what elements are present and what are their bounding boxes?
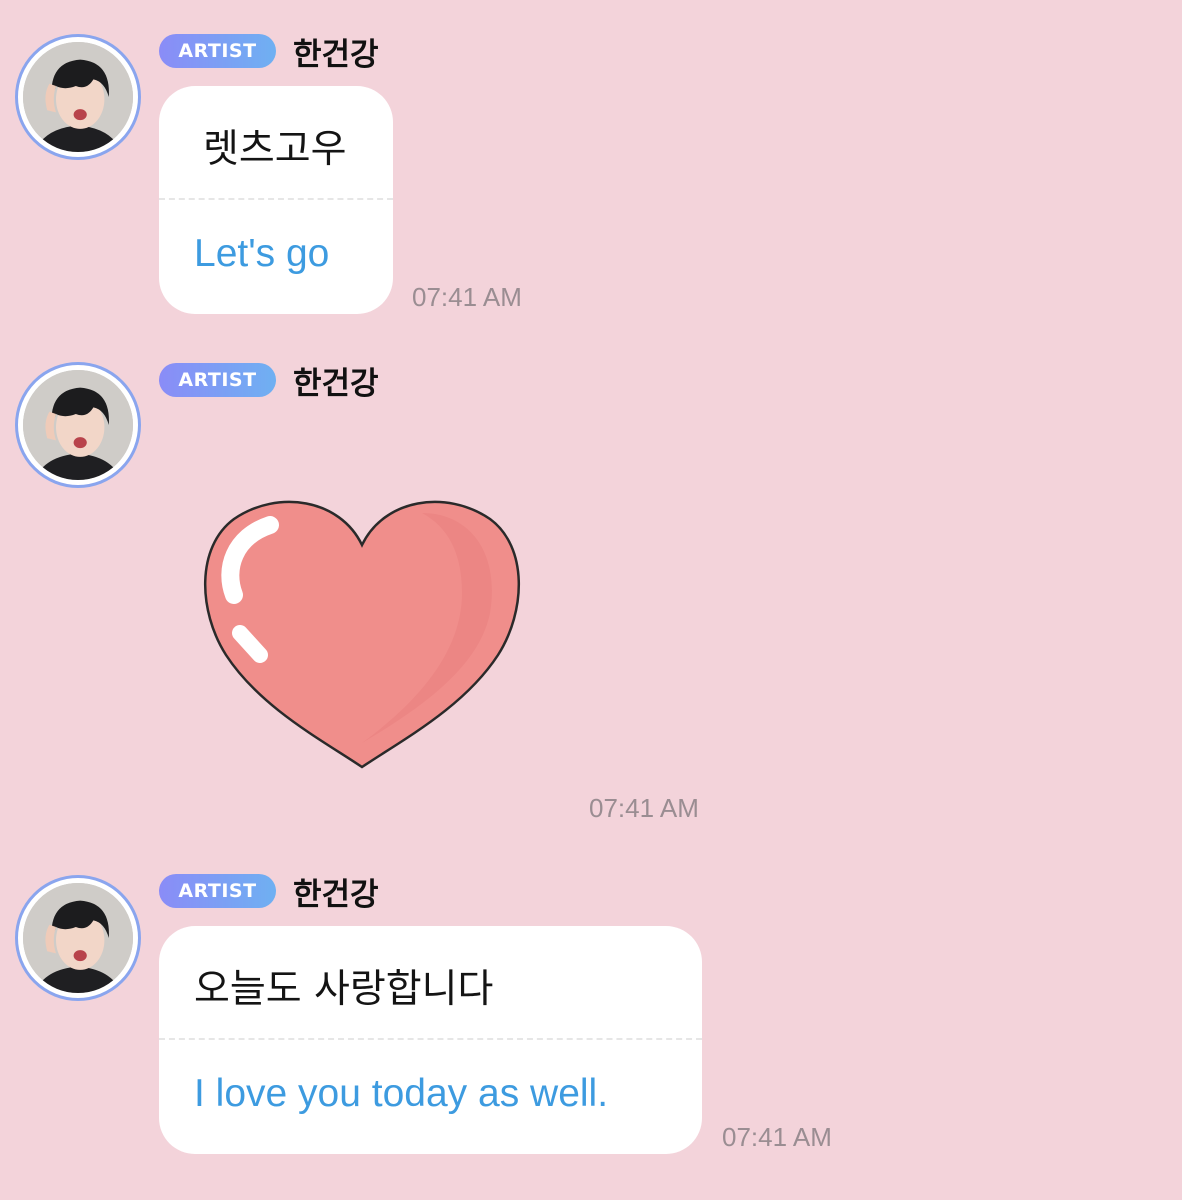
avatar-photo: [23, 883, 133, 993]
artist-badge: ARTIST: [159, 363, 276, 397]
avatar[interactable]: [15, 875, 141, 1001]
translated-text: I love you today as well.: [194, 1072, 609, 1115]
message-bubble[interactable]: 렛츠고우 Let's go: [159, 86, 393, 314]
bubble-divider: [159, 198, 393, 200]
original-text: 오늘도 사랑합니다: [194, 967, 494, 1012]
avatar[interactable]: [15, 34, 141, 160]
timestamp: 07:41 AM: [589, 793, 699, 823]
sender-name[interactable]: 한건강: [293, 29, 379, 74]
avatar-photo: [23, 370, 133, 480]
avatar[interactable]: [15, 362, 141, 488]
message-bubble[interactable]: 오늘도 사랑합니다 I love you today as well.: [159, 926, 702, 1154]
bubble-divider: [159, 1038, 702, 1040]
message-header: ARTIST 한건강: [159, 33, 379, 73]
timestamp: 07:41 AM: [722, 1122, 832, 1152]
message-header: ARTIST 한건강: [159, 362, 379, 402]
translated-text: Let's go: [194, 232, 330, 275]
message-header: ARTIST 한건강: [159, 873, 379, 913]
original-text: 렛츠고우: [203, 127, 347, 172]
artist-badge: ARTIST: [159, 34, 276, 68]
heart-sticker[interactable]: [200, 493, 525, 773]
timestamp: 07:41 AM: [412, 282, 522, 312]
sender-name[interactable]: 한건강: [293, 869, 379, 914]
sender-name[interactable]: 한건강: [293, 358, 379, 403]
artist-badge: ARTIST: [159, 874, 276, 908]
avatar-photo: [23, 42, 133, 152]
